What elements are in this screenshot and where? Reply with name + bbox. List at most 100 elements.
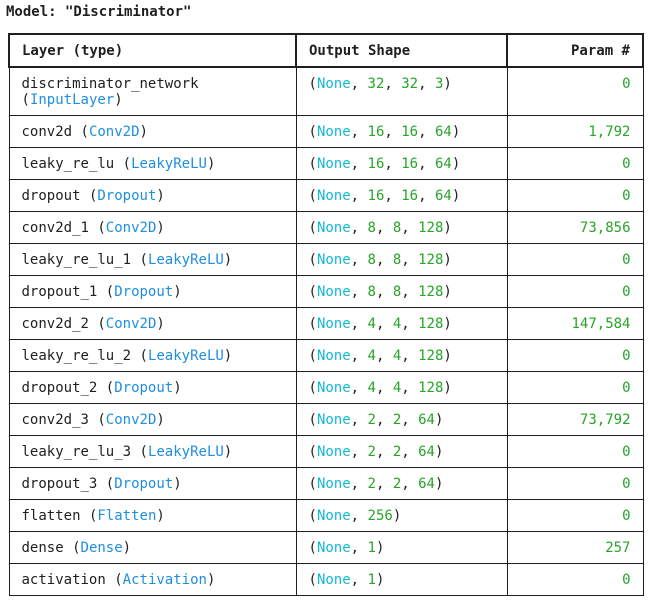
table-row: leaky_re_lu_1 (LeakyReLU) (None, 8, 8, 12…: [8, 242, 644, 276]
shape-dim: 256: [367, 507, 393, 524]
shape-batch-dim: None: [316, 219, 351, 236]
layer-cell: dropout_3 (Dropout): [8, 466, 297, 500]
shape-dim: 4: [392, 315, 402, 332]
column-header-output-shape: Output Shape: [295, 33, 508, 68]
layer-cell: leaky_re_lu_3 (LeakyReLU): [8, 434, 297, 468]
table-row: conv2d_2 (Conv2D) (None, 4, 4, 128) 147,58…: [8, 306, 644, 340]
shape-dim: 64: [418, 411, 435, 428]
shape-dim: 64: [434, 187, 452, 204]
table-row: conv2d (Conv2D) (None, 16, 16, 64) 1,792: [8, 114, 644, 148]
shape-batch-dim: None: [316, 187, 351, 204]
param-count-cell: 257: [506, 530, 644, 564]
layer-cell: conv2d_3 (Conv2D): [8, 402, 297, 436]
shape-batch-dim: None: [316, 251, 351, 268]
table-row: discriminator_network (InputLayer) (None,…: [8, 66, 644, 116]
shape-batch-dim: None: [316, 411, 351, 428]
shape-dim: 16: [401, 155, 419, 172]
output-shape-cell: (None, 2, 2, 64): [295, 402, 508, 436]
layer-name: conv2d_3: [21, 411, 89, 428]
param-count-cell: 0: [506, 178, 644, 212]
shape-dim: 128: [418, 219, 444, 236]
output-shape-cell: (None, 32, 32, 3): [295, 66, 508, 116]
param-count-cell: 0: [506, 370, 644, 404]
shape-batch-dim: None: [316, 123, 351, 140]
layer-name: dropout_2: [21, 379, 98, 396]
model-title: Model: "Discriminator": [6, 4, 192, 20]
layer-cell: dropout_2 (Dropout): [8, 370, 297, 404]
shape-dim: 32: [367, 76, 385, 92]
shape-dim: 16: [367, 123, 385, 140]
layer-type: Conv2D: [105, 219, 157, 236]
shape-batch-dim: None: [316, 443, 351, 460]
layer-rows: discriminator_network (InputLayer) (None,…: [8, 66, 644, 596]
shape-batch-dim: None: [316, 315, 351, 332]
layer-type: Flatten: [97, 507, 157, 524]
output-shape-cell: (None, 4, 4, 128): [295, 338, 508, 372]
layer-cell: conv2d_1 (Conv2D): [8, 210, 297, 244]
table-row: dense (Dense) (None, 1) 257: [8, 530, 644, 564]
shape-dim: 2: [367, 411, 376, 428]
layer-name: leaky_re_lu: [21, 155, 115, 172]
shape-batch-dim: None: [316, 475, 351, 492]
shape-dim: 16: [401, 123, 419, 140]
shape-dim: 8: [367, 251, 376, 268]
shape-dim: 4: [367, 347, 376, 364]
layer-cell: leaky_re_lu_2 (LeakyReLU): [8, 338, 297, 372]
param-count-cell: 0: [506, 338, 644, 372]
shape-dim: 1: [367, 571, 376, 588]
output-shape-cell: (None, 8, 8, 128): [295, 210, 508, 244]
table-row: dropout_3 (Dropout) (None, 2, 2, 64) 0: [8, 466, 644, 500]
layer-type: Dropout: [97, 187, 157, 204]
layer-type: InputLayer: [29, 92, 115, 108]
layer-type: LeakyReLU: [147, 347, 224, 364]
shape-dim: 128: [418, 315, 444, 332]
layer-type: Activation: [122, 571, 207, 588]
shape-batch-dim: None: [316, 347, 351, 364]
table-row: leaky_re_lu_3 (LeakyReLU) (None, 2, 2, 64…: [8, 434, 644, 468]
shape-batch-dim: None: [316, 155, 351, 172]
shape-dim: 8: [367, 283, 376, 300]
layer-type: Dense: [80, 539, 123, 556]
output-shape-cell: (None, 1): [295, 562, 508, 596]
param-count-cell: 0: [506, 434, 644, 468]
layer-cell: dropout_1 (Dropout): [8, 274, 297, 308]
layer-name: dropout_3: [21, 475, 98, 492]
table-header-row: Layer (type) Output Shape Param #: [8, 33, 644, 68]
output-shape-cell: (None, 256): [295, 498, 508, 532]
layer-type: Conv2D: [105, 411, 157, 428]
layer-type: Dropout: [114, 283, 174, 300]
layer-type: Dropout: [114, 379, 174, 396]
table-row: conv2d_1 (Conv2D) (None, 8, 8, 128) 73,856: [8, 210, 644, 244]
column-header-params: Param #: [506, 33, 644, 68]
output-shape-cell: (None, 16, 16, 64): [295, 114, 508, 148]
layer-name: conv2d_1: [21, 219, 89, 236]
layer-name: conv2d: [21, 123, 73, 140]
param-count-cell: 147,584: [506, 306, 644, 340]
shape-batch-dim: None: [316, 539, 351, 556]
shape-batch-dim: None: [316, 507, 351, 524]
output-shape-cell: (None, 16, 16, 64): [295, 178, 508, 212]
model-summary-table: Layer (type) Output Shape Param # discri…: [8, 33, 644, 596]
layer-cell: discriminator_network (InputLayer): [8, 66, 297, 116]
table-row: conv2d_3 (Conv2D) (None, 2, 2, 64) 73,792: [8, 402, 644, 436]
shape-dim: 8: [392, 219, 402, 236]
shape-dim: 128: [418, 251, 444, 268]
table-row: activation (Activation) (None, 1) 0: [8, 562, 644, 596]
param-count-cell: 0: [506, 274, 644, 308]
layer-name: leaky_re_lu_2: [21, 347, 132, 364]
layer-cell: activation (Activation): [8, 562, 297, 596]
shape-dim: 16: [367, 187, 385, 204]
layer-type: Dropout: [114, 475, 174, 492]
shape-dim: 2: [392, 443, 402, 460]
layer-cell: conv2d (Conv2D): [8, 114, 297, 148]
table-row: leaky_re_lu_2 (LeakyReLU) (None, 4, 4, 12…: [8, 338, 644, 372]
shape-dim: 32: [401, 76, 419, 92]
shape-dim: 64: [418, 443, 435, 460]
table-row: flatten (Flatten) (None, 256) 0: [8, 498, 644, 532]
layer-name: dropout: [21, 187, 81, 204]
output-shape-cell: (None, 8, 8, 128): [295, 274, 508, 308]
layer-name: leaky_re_lu_1: [21, 251, 132, 268]
shape-dim: 64: [434, 155, 452, 172]
output-shape-cell: (None, 4, 4, 128): [295, 370, 508, 404]
layer-type: Conv2D: [105, 315, 157, 332]
